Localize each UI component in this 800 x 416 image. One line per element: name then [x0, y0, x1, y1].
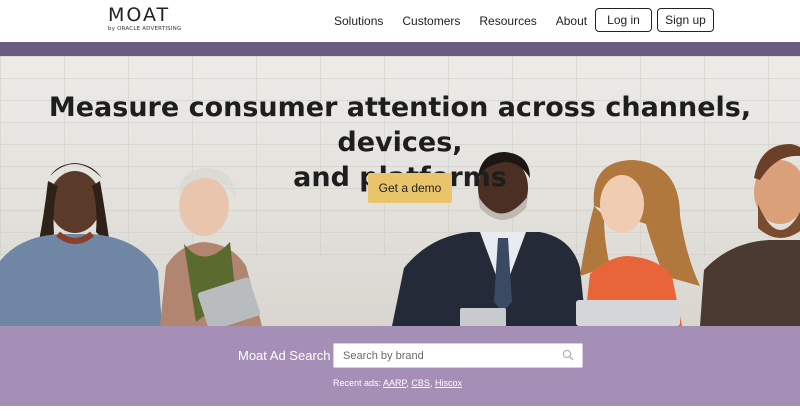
recent-ads: Recent ads: AARP, CBS, Hiscox [333, 378, 462, 388]
nav-about[interactable]: About [556, 14, 587, 28]
header-divider-band [0, 42, 800, 56]
main-nav: Solutions Customers Resources About [334, 14, 587, 28]
logo-wordmark: MOAT [108, 4, 171, 26]
recent-ad-cbs[interactable]: CBS [411, 378, 430, 388]
nav-customers[interactable]: Customers [402, 14, 460, 28]
search-box[interactable] [333, 343, 583, 368]
site-header: MOAT by ORACLE ADVERTISING Solutions Cus… [0, 0, 800, 42]
page-bottom-strip [0, 406, 800, 416]
signup-button[interactable]: Sign up [657, 8, 714, 32]
get-demo-button[interactable]: Get a demo [368, 173, 452, 203]
recent-ad-aarp[interactable]: AARP [383, 378, 406, 388]
brand-search-input[interactable] [334, 344, 554, 367]
logo-byline: by ORACLE ADVERTISING [108, 26, 182, 32]
ad-search-section: Moat Ad Search Recent ads: AARP, CBS, Hi… [0, 326, 800, 406]
hero-headline-line-1: Measure consumer attention across channe… [48, 92, 752, 158]
nav-resources[interactable]: Resources [479, 14, 536, 28]
moat-logo[interactable]: MOAT by ORACLE ADVERTISING [108, 5, 188, 37]
ad-search-label: Moat Ad Search [238, 348, 331, 363]
hero-section: Measure consumer attention across channe… [0, 56, 800, 326]
login-button[interactable]: Log in [595, 8, 652, 32]
recent-ads-prefix: Recent ads: [333, 378, 384, 388]
search-icon[interactable] [562, 349, 574, 361]
recent-ad-hiscox[interactable]: Hiscox [435, 378, 462, 388]
nav-solutions[interactable]: Solutions [334, 14, 383, 28]
